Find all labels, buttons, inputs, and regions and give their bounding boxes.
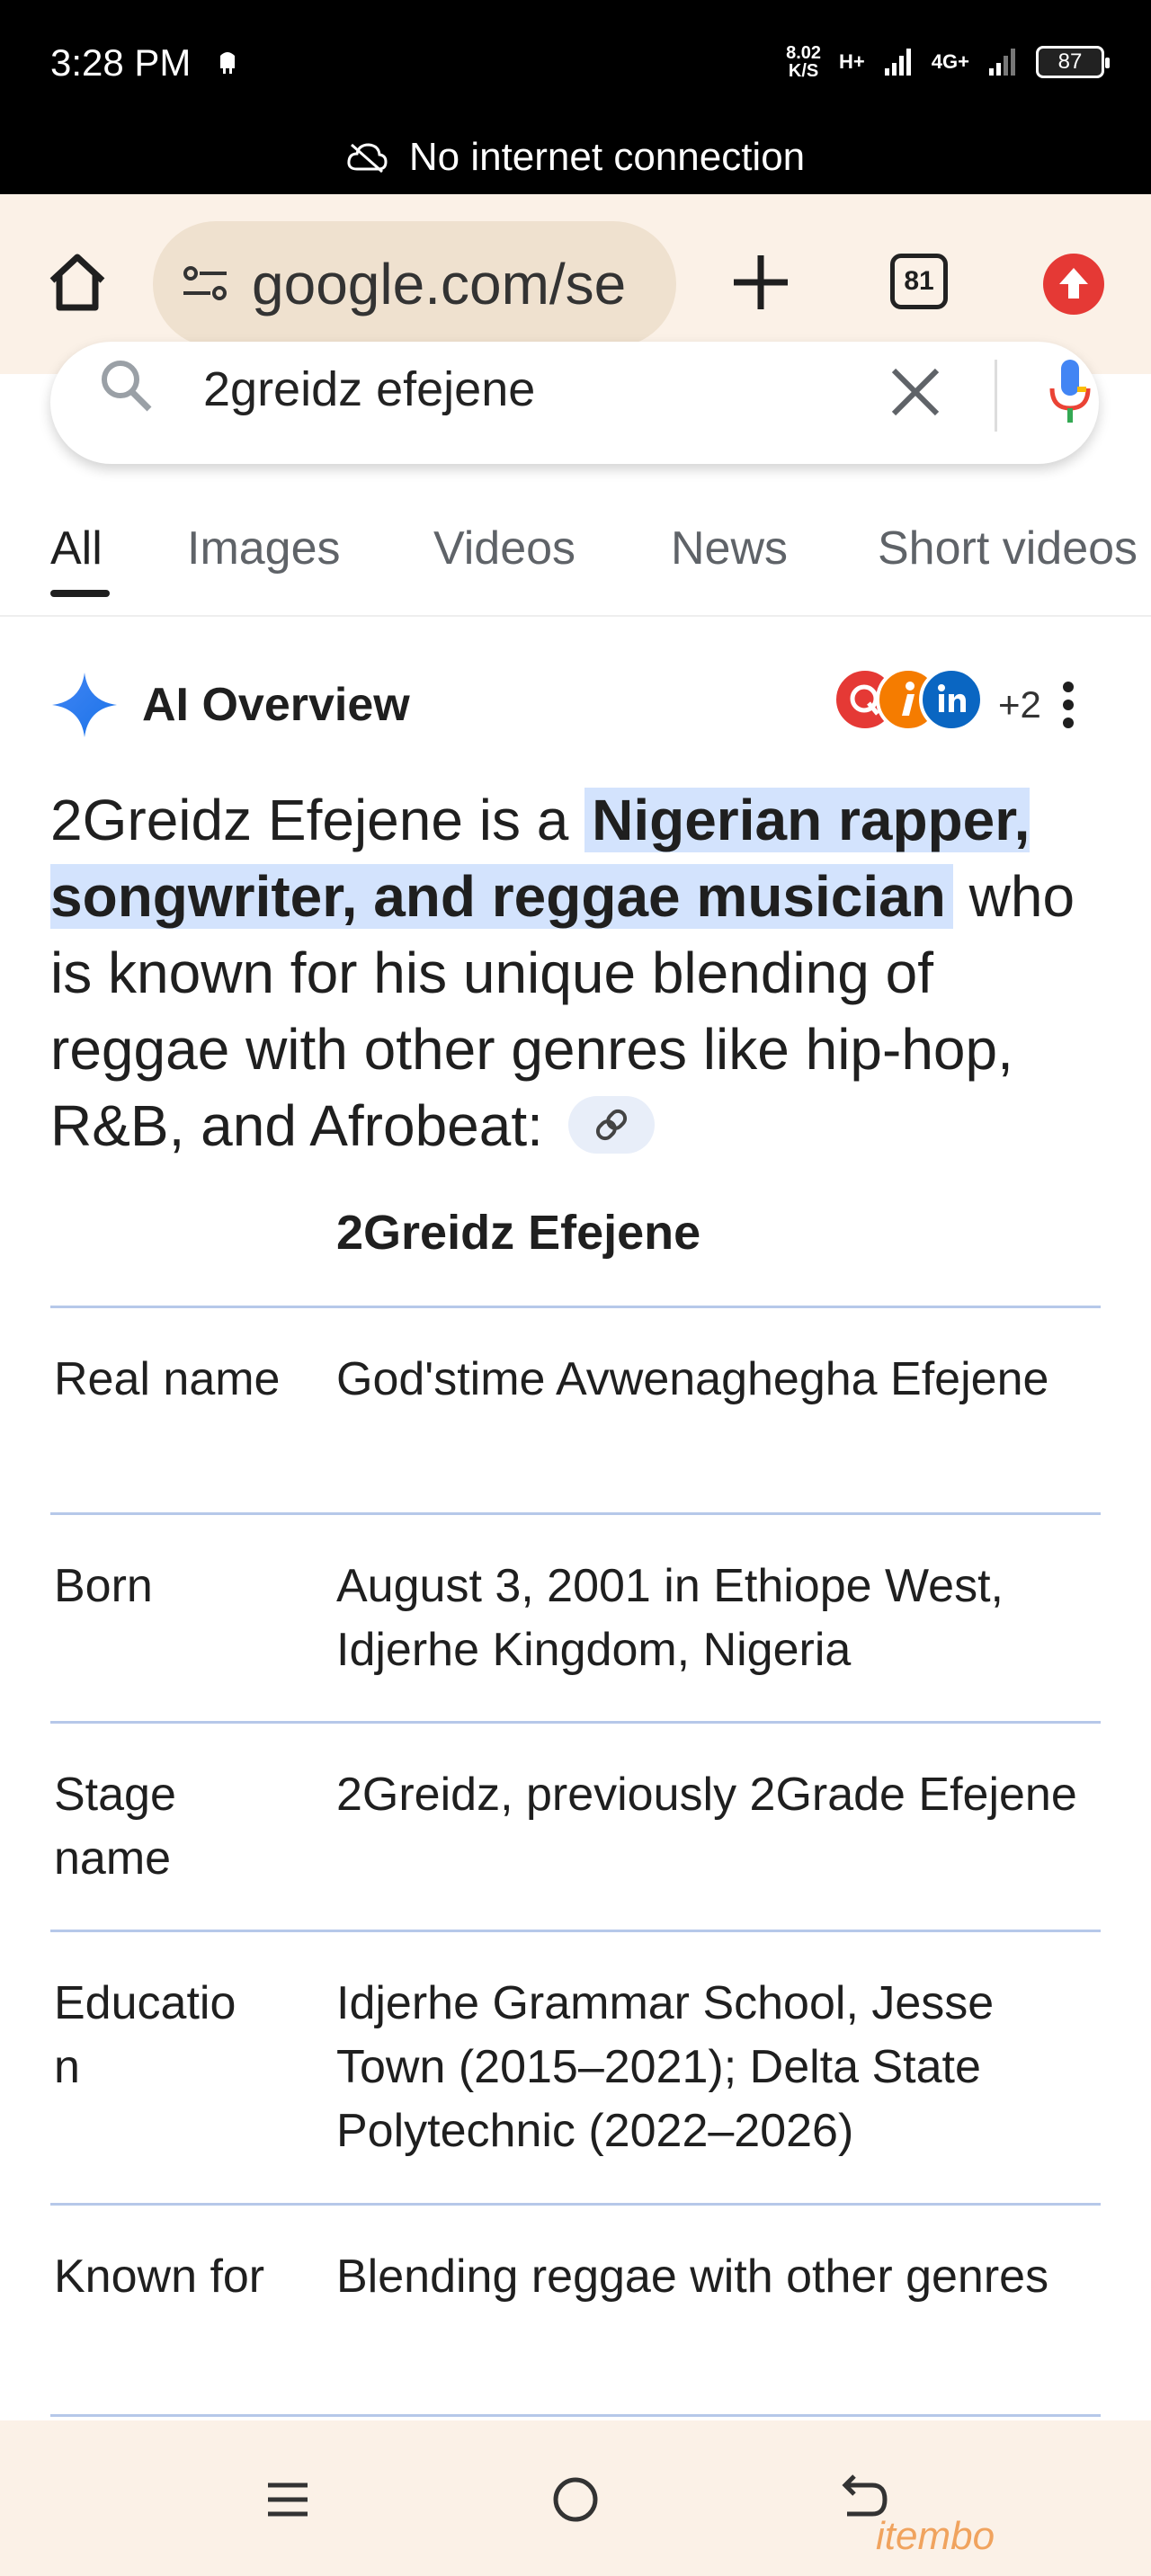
home-icon[interactable] [45, 250, 110, 315]
watermark: itembo [876, 2514, 995, 2558]
ai-overview-header: AI Overview +2 [50, 665, 1102, 746]
tab-all[interactable]: All [50, 521, 103, 575]
row-label: Born [54, 1560, 153, 1612]
row-label: Stage name [54, 1769, 176, 1885]
network-type-2: 4G+ [931, 50, 969, 73]
row-value: August 3, 2001 in Ethiope West, Idjerhe … [336, 1560, 1004, 1676]
network-speed: 8.02 K/S [786, 43, 822, 81]
site-settings-icon[interactable] [178, 257, 232, 311]
table-row: Born August 3, 2001 in Ethiope West, Idj… [50, 1512, 1101, 1724]
row-value: 2Greidz, previously 2Grade Efejene [336, 1769, 1077, 1821]
network-type-1: H+ [839, 50, 865, 73]
update-button[interactable] [1043, 254, 1104, 315]
more-sources-count[interactable]: +2 [998, 683, 1041, 726]
linkedin-logo-icon [938, 684, 966, 712]
signal-icon [884, 49, 911, 76]
search-tabs: All Images Videos News Short videos [0, 504, 1151, 617]
link-icon [595, 1110, 627, 1141]
ai-summary-text: 2Greidz Efejene is a Nigerian rapper, so… [50, 788, 1075, 1158]
offline-banner: No internet connection [0, 135, 1151, 180]
android-notification-icon [220, 52, 235, 74]
citation-link-button[interactable] [567, 1096, 655, 1154]
table-row: Known for Blending reggae with other gen… [50, 2203, 1101, 2417]
battery-icon: 87 [1036, 46, 1110, 78]
tab-switcher-button[interactable]: 81 [890, 254, 948, 309]
clock: 3:28 PM [50, 41, 192, 84]
menu-icon[interactable] [261, 2473, 315, 2527]
search-input[interactable]: 2greidz efejene [203, 361, 535, 417]
home-circle-icon[interactable] [549, 2473, 602, 2527]
signal-weak-icon [989, 49, 1015, 76]
cloud-off-icon [347, 143, 388, 173]
source-avatars[interactable]: +2 [786, 667, 1041, 739]
microphone-icon[interactable] [1047, 354, 1093, 435]
table-row: Stage name 2Greidz, previously 2Grade Ef… [50, 1721, 1101, 1932]
status-bar: 3:28 PM 8.02 K/S H+ 4G+ 87 No internet c… [0, 0, 1151, 194]
new-tab-icon[interactable] [727, 248, 795, 316]
status-indicators: 8.02 K/S H+ 4G+ 87 [786, 40, 1110, 85]
arrow-up-icon [1059, 268, 1088, 299]
row-value: Blending reggae with other genres [336, 2251, 1049, 2303]
row-label: Educatio n [54, 1977, 236, 2093]
more-vert-icon[interactable] [1059, 678, 1077, 732]
sparkle-icon [52, 673, 117, 737]
ai-overview-title: AI Overview [142, 679, 410, 731]
tab-videos[interactable]: Videos [433, 521, 576, 575]
active-tab-indicator [50, 590, 110, 597]
source-linkedin-icon[interactable] [919, 667, 984, 732]
row-value: God'stime Avwenaghegha Efejene [336, 1353, 1049, 1405]
tab-news[interactable]: News [671, 521, 788, 575]
row-label: Real name [54, 1353, 281, 1405]
search-box[interactable]: 2greidz efejene [50, 342, 1099, 464]
row-value: Idjerhe Grammar School, Jesse Town (2015… [336, 1977, 995, 2157]
divider [995, 360, 997, 432]
search-icon [102, 361, 152, 412]
i-logo-icon [902, 682, 915, 716]
table-row: Educatio n Idjerhe Grammar School, Jesse… [50, 1930, 1101, 2206]
system-nav-bar: itembo [0, 2420, 1151, 2576]
table-title: 2Greidz Efejene [336, 1206, 701, 1260]
table-row: Real name God'stime Avwenaghegha Efejene [50, 1306, 1101, 1515]
tab-images[interactable]: Images [187, 521, 341, 575]
row-label: Known for [54, 2251, 265, 2303]
clear-icon[interactable] [887, 363, 944, 421]
url-text[interactable]: google.com/se [252, 251, 626, 317]
tab-short-videos[interactable]: Short videos [878, 521, 1138, 575]
address-bar[interactable]: google.com/se [153, 221, 676, 347]
